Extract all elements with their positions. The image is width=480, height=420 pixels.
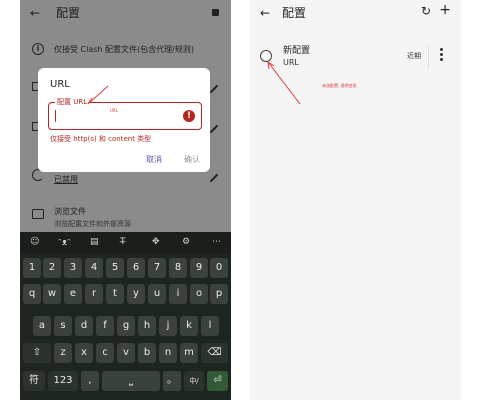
key-n[interactable]: n <box>159 343 177 363</box>
key-d[interactable]: d <box>75 316 93 336</box>
key-b[interactable]: b <box>138 343 156 363</box>
annotation-arrow <box>87 85 109 105</box>
soft-keyboard: ☺ ᵔᴥᵔ ▤ T̶ ✥ ⚙ ⋯ 1 2 3 4 5 6 7 8 9 0 q w… <box>20 232 231 400</box>
key-8[interactable]: 8 <box>169 258 187 278</box>
comma-key[interactable]: , <box>81 371 99 391</box>
key-q[interactable]: q <box>23 284 41 304</box>
cursor-move-icon[interactable]: ✥ <box>152 237 160 247</box>
settings-gear-icon[interactable]: ⚙ <box>182 237 190 247</box>
key-s[interactable]: s <box>54 316 72 336</box>
period-key[interactable]: 。 <box>163 371 181 391</box>
key-g[interactable]: g <box>117 316 135 336</box>
key-3[interactable]: 3 <box>64 258 82 278</box>
more-icon[interactable]: ⋯ <box>212 237 221 247</box>
key-z[interactable]: z <box>54 343 72 363</box>
key-m[interactable]: m <box>180 343 198 363</box>
key-k[interactable]: k <box>180 316 198 336</box>
language-key[interactable]: 中/ <box>184 371 204 391</box>
key-9[interactable]: 9 <box>190 258 208 278</box>
key-x[interactable]: x <box>75 343 93 363</box>
key-6[interactable]: 6 <box>127 258 145 278</box>
key-o[interactable]: o <box>190 284 208 304</box>
key-2[interactable]: 2 <box>43 258 61 278</box>
profiles-screen: ← 配置 ↻ + 新配置 URL 近期 未选配置, 说明信息 <box>250 0 461 400</box>
key-c[interactable]: c <box>96 343 114 363</box>
space-key[interactable]: ⎵ <box>102 371 160 391</box>
key-i[interactable]: i <box>169 284 187 304</box>
key-a[interactable]: a <box>33 316 51 336</box>
key-u[interactable]: u <box>148 284 166 304</box>
key-r[interactable]: r <box>85 284 103 304</box>
key-w[interactable]: w <box>43 284 61 304</box>
enter-key[interactable]: ⏎ <box>207 371 228 391</box>
key-1[interactable]: 1 <box>23 258 41 278</box>
key-h[interactable]: h <box>138 316 156 336</box>
number-mode-key[interactable]: 123 <box>48 371 78 391</box>
emoji-icon[interactable]: ☺ <box>30 237 39 247</box>
key-v[interactable]: v <box>117 343 135 363</box>
key-7[interactable]: 7 <box>148 258 166 278</box>
key-y[interactable]: y <box>127 284 145 304</box>
key-l[interactable]: l <box>201 316 219 336</box>
key-e[interactable]: e <box>64 284 82 304</box>
text-edit-icon[interactable]: T̶ <box>120 237 126 247</box>
key-j[interactable]: j <box>159 316 177 336</box>
symbol-key[interactable]: 符 <box>23 371 45 391</box>
settings-screen: ← 配置 i 仅接受 Clash 配置文件(包含代理/规则) 已禁用 浏览文件 … <box>20 0 231 400</box>
key-5[interactable]: 5 <box>106 258 124 278</box>
clipboard-icon[interactable]: ▤ <box>90 237 99 247</box>
keyboard-toolbar: ☺ ᵔᴥᵔ ▤ T̶ ✥ ⚙ ⋯ <box>20 232 231 254</box>
shift-key[interactable]: ⇧ <box>23 343 51 363</box>
key-4[interactable]: 4 <box>85 258 103 278</box>
key-t[interactable]: t <box>106 284 124 304</box>
key-0[interactable]: 0 <box>210 258 228 278</box>
key-f[interactable]: f <box>96 316 114 336</box>
key-p[interactable]: p <box>210 284 228 304</box>
backspace-key[interactable]: ⌫ <box>201 343 228 363</box>
kaomoji-icon[interactable]: ᵔᴥᵔ <box>58 237 71 248</box>
annotation-arrow <box>267 61 301 105</box>
